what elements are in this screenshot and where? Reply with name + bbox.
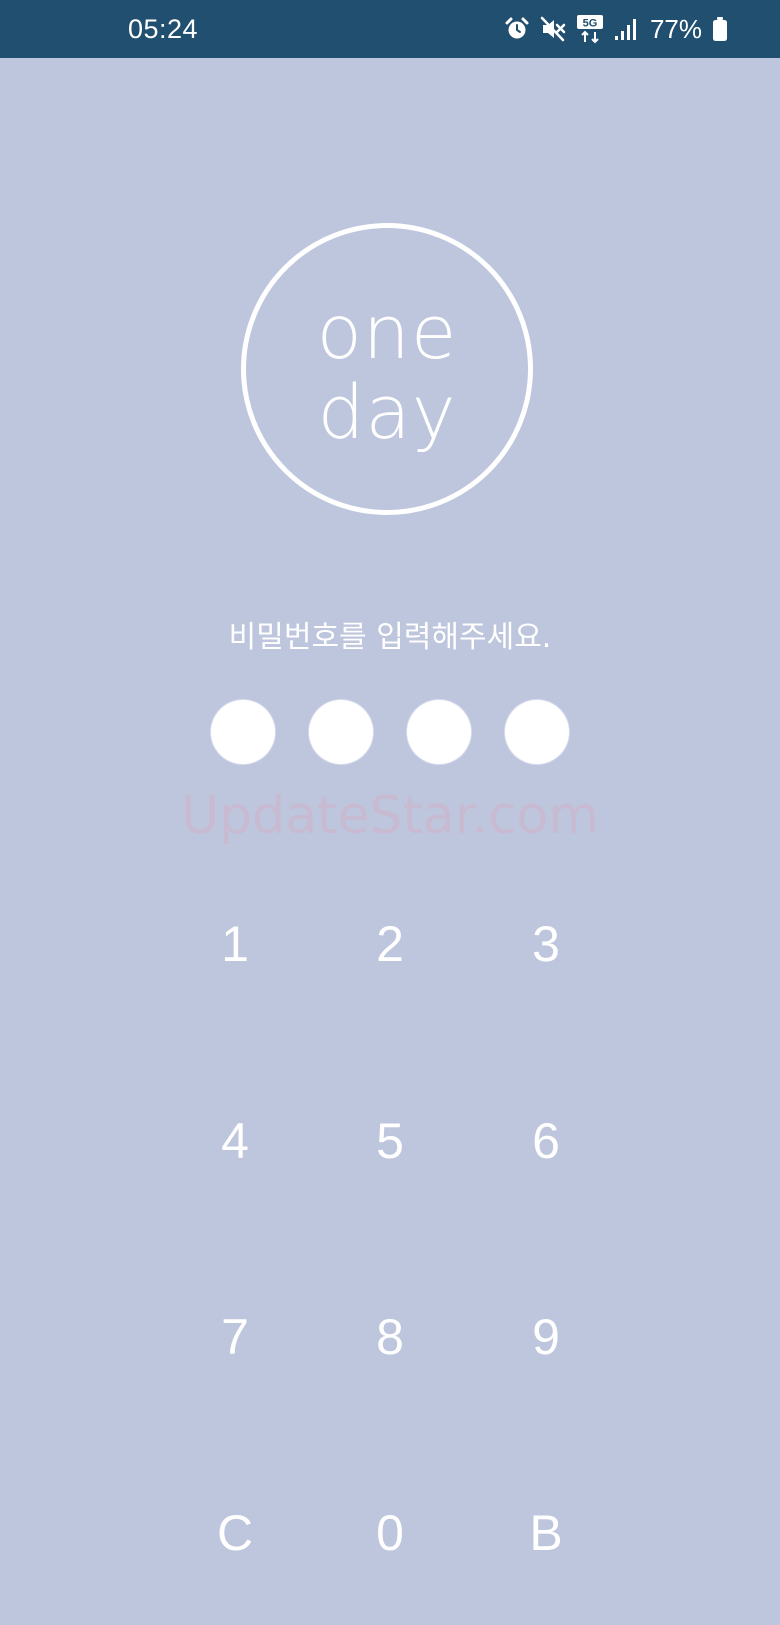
key-5[interactable]: 5: [330, 1081, 450, 1201]
key-0[interactable]: 0: [330, 1473, 450, 1593]
app-logo: one day: [241, 223, 533, 515]
key-1[interactable]: 1: [175, 884, 295, 1004]
alarm-icon: [504, 16, 530, 42]
key-6[interactable]: 6: [486, 1081, 606, 1201]
password-prompt: 비밀번호를 입력해주세요.: [228, 620, 552, 655]
signal-icon: [614, 17, 638, 41]
logo-text-day: day: [317, 370, 457, 456]
pin-dot: [309, 700, 373, 764]
mute-icon: [540, 16, 566, 42]
pin-dot: [407, 700, 471, 764]
status-icons: 5G 77%: [504, 12, 728, 46]
5g-icon: 5G: [576, 14, 604, 44]
key-3[interactable]: 3: [486, 884, 606, 1004]
key-7[interactable]: 7: [175, 1277, 295, 1397]
svg-text:5G: 5G: [583, 18, 598, 30]
pin-dot: [211, 700, 275, 764]
battery-percent: 77%: [649, 13, 702, 44]
logo-text-one: one: [316, 290, 458, 376]
key-4[interactable]: 4: [175, 1081, 295, 1201]
clear-button[interactable]: C: [175, 1473, 295, 1593]
pin-indicator: [211, 700, 569, 764]
watermark: UpdateStar.com: [181, 786, 599, 846]
status-bar: 05:24 5G 77%: [0, 0, 780, 58]
pin-dot: [505, 700, 569, 764]
battery-icon: [712, 16, 728, 42]
key-8[interactable]: 8: [330, 1277, 450, 1397]
status-time: 05:24: [128, 14, 199, 44]
key-2[interactable]: 2: [330, 884, 450, 1004]
backspace-button[interactable]: B: [486, 1473, 606, 1593]
key-9[interactable]: 9: [486, 1277, 606, 1397]
